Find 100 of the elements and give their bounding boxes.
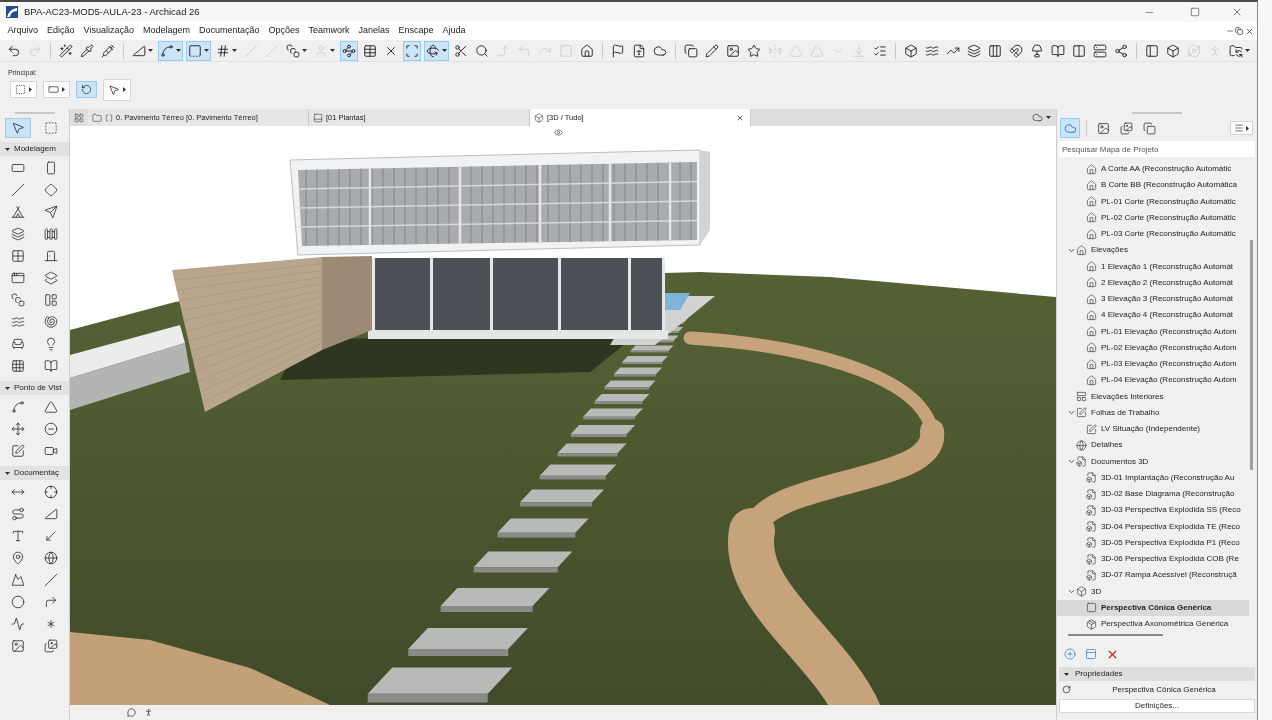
menu-item[interactable]: Teamwork xyxy=(304,24,355,38)
tree-item[interactable]: PL-01 Corte (Reconstrução Automátic xyxy=(1057,193,1249,210)
panel-layout-icon xyxy=(43,293,58,307)
mountain-icon xyxy=(11,573,26,587)
speech-bubble-button[interactable] xyxy=(127,708,136,717)
section-header[interactable]: Modelagem xyxy=(0,142,69,156)
tree-item[interactable]: B Corte BB (Reconstrução Automática xyxy=(1057,177,1249,194)
tree-item[interactable]: Detalhes xyxy=(1057,437,1249,454)
file-box-icon xyxy=(1086,569,1097,581)
tool-button[interactable] xyxy=(5,118,32,138)
menu-item[interactable]: Visualização xyxy=(79,24,139,38)
tree-item[interactable]: PL-04 Elevação (Reconstrução Autom xyxy=(1057,372,1249,389)
menu-item[interactable]: Documentação xyxy=(194,24,264,38)
menu-item[interactable]: Ajuda xyxy=(438,24,471,38)
tree-item[interactable]: 3D-02 Base Diagrama (Reconstrução xyxy=(1057,486,1249,503)
tent-icon xyxy=(11,205,26,219)
spiral-icon xyxy=(43,315,58,329)
caret-icon xyxy=(232,49,237,52)
eye-button[interactable] xyxy=(554,128,563,137)
grid-icon xyxy=(11,249,26,263)
panel-menu-button[interactable] xyxy=(1230,121,1253,135)
section-header[interactable]: Propriedades xyxy=(1059,667,1255,681)
section-header[interactable]: Ponto de Vist xyxy=(0,381,69,395)
search-field[interactable]: Pesquisar Mapa de Projeto xyxy=(1059,141,1255,157)
square-icon xyxy=(1086,602,1097,614)
file-box-icon xyxy=(1086,488,1097,500)
settings-button[interactable]: Definições... xyxy=(1059,699,1255,713)
tree-item[interactable]: 3D-03 Perspectiva Explodida SS (Reco xyxy=(1057,502,1249,519)
panel-button[interactable] xyxy=(1085,648,1097,660)
house-icon xyxy=(1086,293,1097,305)
tree-item[interactable]: LV Situação (Independente) xyxy=(1057,421,1249,438)
route-icon xyxy=(11,507,26,521)
file-box-icon xyxy=(1086,472,1097,484)
caret-icon xyxy=(148,49,153,52)
house-icon xyxy=(1086,261,1097,273)
house-icon xyxy=(1086,179,1097,191)
menu-item[interactable]: Modelagem xyxy=(138,24,195,38)
tree-item[interactable]: 2 Elevação 2 (Reconstrução Automát xyxy=(1057,274,1249,291)
tree-item[interactable]: PL-02 Corte (Reconstrução Automátic xyxy=(1057,209,1249,226)
slash-icon xyxy=(11,183,26,197)
tree-item[interactable]: A Corte AA (Reconstrução Automátic xyxy=(1057,161,1249,178)
waves-icon xyxy=(11,315,26,329)
menu-item[interactable]: Arquivo xyxy=(3,24,43,38)
tree-item[interactable]: 3D-06 Perspectiva Explodida COB (Re xyxy=(1057,551,1249,568)
tree-item[interactable]: 3D-04 Perspectiva Explodida TE (Reco xyxy=(1057,518,1249,535)
cube-icon xyxy=(534,112,544,123)
tree-item[interactable]: Elevações xyxy=(1057,242,1249,259)
images-icon xyxy=(43,639,58,653)
brackets-icon xyxy=(105,113,113,122)
tree-item[interactable]: 3 Elevação 3 (Reconstrução Automát xyxy=(1057,291,1249,308)
cube-icon xyxy=(1076,586,1087,598)
tree-item[interactable]: PL-01 Elevação (Reconstrução Autom xyxy=(1057,323,1249,340)
toolbar-button[interactable] xyxy=(158,40,183,61)
menu-item[interactable]: Janelas xyxy=(354,24,395,38)
drag-handle[interactable] xyxy=(14,112,55,114)
menu-item[interactable]: Opções xyxy=(264,24,305,38)
tree-item[interactable]: PL-02 Elevação (Reconstrução Autom xyxy=(1057,339,1249,356)
close-button[interactable] xyxy=(1244,26,1254,36)
file-box-icon xyxy=(1086,521,1097,533)
tree-item[interactable]: 3D xyxy=(1057,583,1249,600)
caret-icon xyxy=(302,49,307,52)
curve-icon xyxy=(11,400,26,414)
file-box-icon xyxy=(1076,456,1087,468)
app-logo-icon xyxy=(6,6,18,18)
toolbar-button[interactable] xyxy=(424,40,449,61)
fence-icon xyxy=(43,227,58,241)
house-icon xyxy=(1086,228,1097,240)
globe-icon xyxy=(43,551,58,565)
toolbar-button[interactable] xyxy=(186,40,211,61)
menu-item[interactable]: Edição xyxy=(42,24,80,38)
scrollbar[interactable] xyxy=(1250,240,1253,470)
section-header[interactable]: Documentaç xyxy=(0,466,69,480)
close-icon xyxy=(1231,6,1243,18)
edit-square-icon xyxy=(11,444,26,458)
house-icon xyxy=(1076,244,1087,256)
tree-item[interactable]: 1 Elevação 1 (Reconstrução Automát xyxy=(1057,258,1249,275)
restore-button[interactable] xyxy=(1234,26,1244,36)
tree-item[interactable]: Folhas de Trabalho xyxy=(1057,404,1249,421)
tree-item[interactable]: Perspectiva Axonométrica Genérica xyxy=(1057,616,1249,632)
tree-item[interactable]: PL-03 Corte (Reconstrução Automátic xyxy=(1057,226,1249,243)
tree-item[interactable]: 3D-01 Implantação (Reconstrução Au xyxy=(1057,469,1249,486)
minimize-icon xyxy=(1225,27,1234,35)
close-tab-button[interactable] xyxy=(735,113,744,122)
scrollbar[interactable] xyxy=(1068,634,1163,636)
tree-item[interactable]: Documentos 3D xyxy=(1057,453,1249,470)
tree-item[interactable]: 3D-05 Perspectiva Explodida P1 (Reco xyxy=(1057,534,1249,551)
tree-item[interactable]: 3D-07 Rampa Acessível (Reconstruçã xyxy=(1057,567,1249,584)
person-button[interactable] xyxy=(144,708,153,717)
tree-item[interactable]: Perspectiva Cônica Genérica xyxy=(1057,599,1249,616)
images-icon xyxy=(1119,121,1133,135)
house-icon xyxy=(1086,196,1097,208)
house-icon xyxy=(1086,342,1097,354)
zigzag-icon xyxy=(11,617,26,631)
menu-item[interactable]: Enscape xyxy=(394,24,439,38)
rectangle-icon xyxy=(11,161,26,175)
drag-handle[interactable] xyxy=(1132,112,1182,114)
tree-item[interactable]: PL-03 Elevação (Reconstrução Autom xyxy=(1057,356,1249,373)
tree-item[interactable]: Elevações Interiores xyxy=(1057,388,1249,405)
video-camera-icon xyxy=(43,444,58,458)
tree-item[interactable]: 4 Elevação 4 (Reconstrução Automát xyxy=(1057,307,1249,324)
